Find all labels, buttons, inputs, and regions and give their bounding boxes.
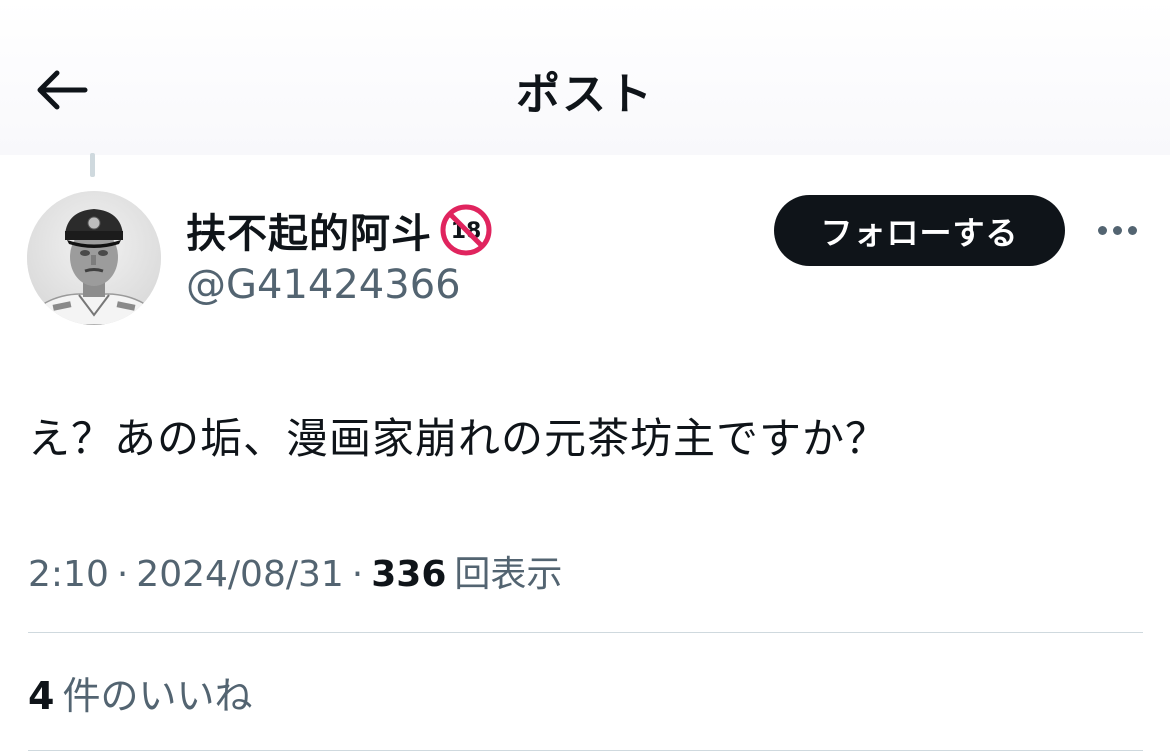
avatar-portrait-image [27, 191, 161, 325]
views-label: 回表示 [454, 554, 563, 595]
post-time[interactable]: 2:10 [28, 554, 109, 595]
top-bar: ポスト [0, 0, 1170, 155]
likes-count: 4 [28, 674, 55, 718]
likes-label: 件のいいね [62, 674, 253, 718]
thread-connector-line [90, 153, 95, 177]
more-options-button[interactable] [1090, 215, 1144, 245]
divider [28, 750, 1143, 751]
avatar[interactable] [27, 191, 161, 325]
more-dot-icon [1127, 225, 1137, 235]
views-count: 336 [371, 554, 447, 595]
user-handle[interactable]: @G41424366 [186, 262, 461, 308]
follow-button[interactable]: フォローする [774, 195, 1065, 266]
meta-separator: · [351, 554, 364, 595]
more-dot-icon [1112, 225, 1122, 235]
no-under-18-icon: 18 [440, 204, 492, 256]
author-name-row[interactable]: 扶不起的阿斗 18 [186, 200, 492, 260]
more-dot-icon [1097, 225, 1107, 235]
post-date[interactable]: 2024/08/31 [136, 554, 344, 595]
post-body-text: え？あの垢、漫画家崩れの元茶坊主ですか？ [28, 414, 889, 463]
likes-summary[interactable]: 4 件のいいね [28, 665, 252, 720]
post-detail-screen: ポスト 扶不起的阿斗 @G41424366 フォローする え？あの垢、漫画家崩れ… [0, 0, 1170, 756]
divider [28, 632, 1143, 633]
page-title: ポスト [516, 69, 654, 120]
meta-separator: · [116, 554, 129, 595]
display-name: 扶不起的阿斗 [186, 211, 432, 257]
post-metadata: 2:10 · 2024/08/31 · 336 回表示 [28, 545, 562, 599]
